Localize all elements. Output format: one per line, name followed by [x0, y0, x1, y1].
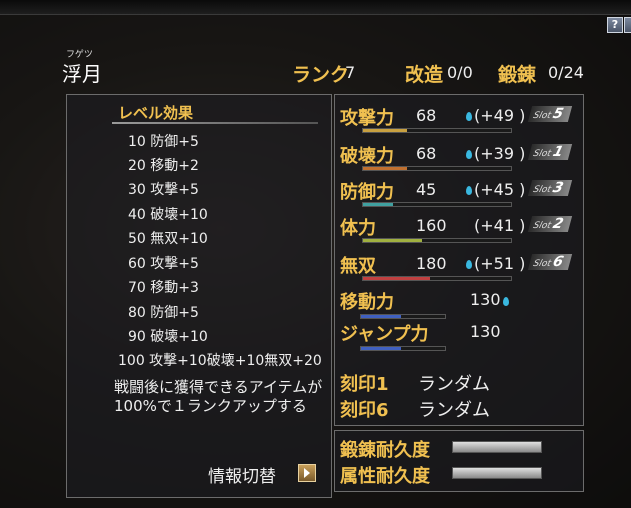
stat-label: 無双: [340, 256, 376, 277]
element-drop-icon: [466, 186, 472, 195]
stat-value: 180: [416, 254, 447, 273]
stat-bar-fill: [363, 167, 408, 170]
close-button[interactable]: [624, 17, 631, 33]
slot-badge: Slot1: [527, 144, 573, 160]
slot-number: 6: [551, 254, 566, 270]
stat-bar-fill: [363, 239, 423, 242]
slot-badge: Slot2: [527, 216, 573, 232]
stat-row: 攻撃力 68 (+49 ) Slot5: [340, 104, 580, 138]
stat-bonus: (+45 ): [474, 180, 526, 199]
level-effect-row: 10 防御+5: [128, 134, 199, 150]
weapon-info-window: ? フゲツ 浮月 ランク 7 改造 0/0 鍛錬 0/24 レベル効果 10 防…: [0, 0, 631, 508]
kaizo-value: 0/0: [447, 63, 473, 82]
stat-bar: [362, 238, 512, 243]
jump-label: ジャンプ力: [340, 324, 429, 345]
move-value: 130: [470, 290, 501, 309]
level-effect-row: 20 移動+2: [128, 158, 199, 174]
level-effect-row: 90 破壊+10: [128, 329, 208, 345]
stat-value: 45: [416, 180, 437, 199]
move-bar: [360, 314, 446, 319]
slot-prefix: Slot: [532, 111, 553, 121]
stat-value: 160: [416, 216, 447, 235]
move-label: 移動力: [340, 292, 394, 313]
stat-row: 無双 180 (+51 ) Slot6: [340, 252, 580, 286]
stat-bonus: (+49 ): [474, 106, 526, 125]
rank-label: ランク: [292, 64, 350, 86]
stat-row: 防御力 45 (+45 ) Slot3: [340, 178, 580, 212]
weapon-name: 浮月: [62, 62, 102, 86]
stat-value: 68: [416, 144, 437, 163]
slot-badge: Slot6: [527, 254, 573, 270]
stat-bar-fill: [363, 129, 408, 132]
slot-prefix: Slot: [532, 149, 553, 159]
element-drop-icon: [466, 260, 472, 269]
title-bar: [0, 0, 631, 15]
tanren-value: 0/24: [548, 63, 584, 82]
element-drop-icon: [466, 150, 472, 159]
level-effects-panel: [66, 94, 332, 498]
level-effect-row: 80 防御+5: [128, 305, 199, 321]
slot-number: 5: [551, 106, 566, 122]
stat-bonus: (+41 ): [474, 216, 526, 235]
slot-number: 2: [551, 216, 566, 232]
stat-row: 破壊力 68 (+39 ) Slot1: [340, 142, 580, 176]
stat-bar: [362, 276, 512, 281]
jump-bar-fill: [361, 347, 401, 350]
seal-1-value: ランダム: [418, 374, 490, 395]
stat-row: 体力 160 (+41 ) Slot2: [340, 214, 580, 248]
stat-label: 攻撃力: [340, 108, 394, 129]
level-effect-row: 30 攻撃+5: [128, 182, 199, 198]
level-effect-row: 70 移動+3: [128, 280, 199, 296]
title-underline: [112, 122, 318, 124]
info-switch-label[interactable]: 情報切替: [208, 462, 276, 487]
stat-bar: [362, 166, 512, 171]
seal-1-label: 刻印1: [340, 374, 389, 395]
attribute-durability-label: 属性耐久度: [340, 466, 430, 487]
level-effect-row: 50 無双+10: [128, 231, 208, 247]
slot-prefix: Slot: [532, 185, 553, 195]
slot-badge: Slot5: [527, 106, 573, 122]
stat-bonus: (+51 ): [474, 254, 526, 273]
slot-number: 1: [551, 144, 566, 160]
seal-6-value: ランダム: [418, 400, 490, 421]
info-switch-arrow-icon[interactable]: [298, 464, 316, 482]
stat-bar: [362, 202, 512, 207]
tanren-label: 鍛錬: [498, 64, 537, 86]
element-drop-icon: [466, 112, 472, 121]
kaizo-label: 改造: [405, 64, 444, 86]
slot-prefix: Slot: [532, 259, 553, 269]
stat-label: 体力: [340, 218, 376, 239]
stat-bonus: (+39 ): [474, 144, 526, 163]
stat-bar-fill: [363, 277, 430, 280]
rank-value: 7: [345, 63, 356, 82]
rank-up-description: 戦闘後に獲得できるアイテムが100%で１ランクアップする: [114, 378, 323, 415]
slot-badge: Slot3: [527, 180, 573, 196]
tanren-durability-label: 鍛錬耐久度: [340, 440, 430, 461]
stat-label: 防御力: [340, 182, 394, 203]
attribute-durability-bar: [452, 467, 542, 479]
element-drop-icon: [503, 297, 509, 306]
stat-bar: [362, 128, 512, 133]
level-effects-title: レベル効果: [118, 104, 194, 122]
stat-label: 破壊力: [340, 146, 394, 167]
jump-bar: [360, 346, 446, 351]
slot-number: 3: [551, 180, 566, 196]
level-effect-row: 40 破壊+10: [128, 207, 208, 223]
stat-value: 68: [416, 106, 437, 125]
tanren-durability-bar: [452, 441, 542, 453]
help-button[interactable]: ?: [607, 17, 623, 33]
level-effect-row: 100 攻撃+10破壊+10無双+20: [118, 353, 322, 369]
level-effect-row: 60 攻撃+5: [128, 256, 199, 272]
seal-6-label: 刻印6: [340, 400, 389, 421]
slot-prefix: Slot: [532, 221, 553, 231]
move-bar-fill: [361, 315, 401, 318]
jump-value: 130: [470, 322, 501, 341]
stat-bar-fill: [363, 203, 393, 206]
